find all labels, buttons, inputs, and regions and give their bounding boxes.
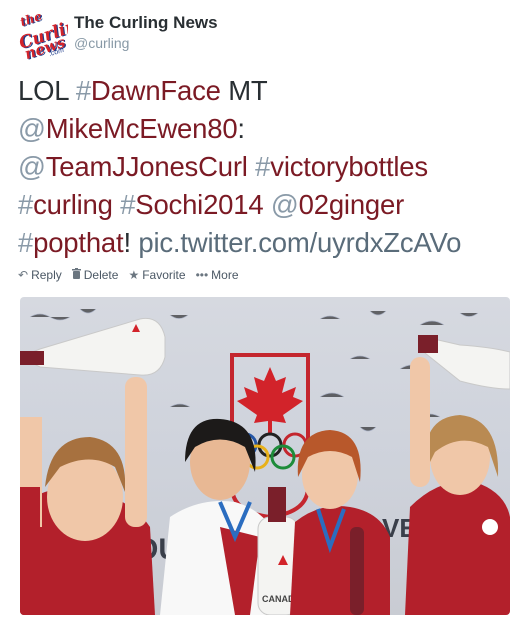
hashtag-link[interactable]: #curling [18,189,113,220]
trash-icon [71,268,81,282]
more-label: More [211,268,239,282]
account-names: The Curling News @curling [74,12,218,52]
hashtag-link[interactable]: #Sochi2014 [120,189,263,220]
bottle-left [20,317,166,376]
mention-link[interactable]: @MikeMcEwen80 [18,113,238,144]
bottle-right [418,335,510,390]
star-icon: ★ [128,268,140,282]
hashtag-link[interactable]: #popthat [18,227,124,258]
display-name[interactable]: The Curling News [74,12,218,34]
hashtag-link[interactable]: #victorybottles [255,151,428,182]
delete-label: Delete [83,268,119,282]
mention-link[interactable]: @02ginger [271,189,404,220]
photo-canvas: OU VE CANADA [20,308,510,615]
tweet-text-segment: LOL [18,75,76,106]
screen-name[interactable]: @curling [74,34,218,52]
tweet-header: the Curling news .com The Curling News @… [16,8,218,60]
person-left-arm [20,487,40,615]
favorite-label: Favorite [142,268,186,282]
pic-link[interactable]: pic.twitter.com/uyrdxZcAVo [138,227,461,258]
tweet-text-segment: MT [220,75,268,106]
person-right [405,357,510,615]
more-icon: ••• [195,268,209,282]
delete-button[interactable]: Delete [71,268,119,282]
avatar[interactable]: the Curling news .com [16,8,68,60]
tweet-photo[interactable]: OU VE CANADA [20,297,510,615]
tweet-text-segment: : [237,113,245,144]
tweet-text: LOL #DawnFace MT @MikeMcEwen80: @TeamJJo… [18,72,518,262]
reply-button[interactable]: ↶ Reply [18,268,62,282]
person-center-right [290,430,390,615]
tweet-text-segment: ! [123,227,139,258]
reply-icon: ↶ [18,268,29,282]
tweet-text-segment [263,189,270,220]
mention-link[interactable]: @TeamJJonesCurl [18,151,248,182]
hashtag-link[interactable]: #DawnFace [76,75,221,106]
favorite-button[interactable]: ★ Favorite [128,268,185,282]
tweet-actions: ↶ Reply Delete ★ Favorite ••• More [18,268,249,282]
more-button[interactable]: ••• More [196,268,239,282]
person-left [20,377,155,615]
reply-label: Reply [31,268,62,282]
